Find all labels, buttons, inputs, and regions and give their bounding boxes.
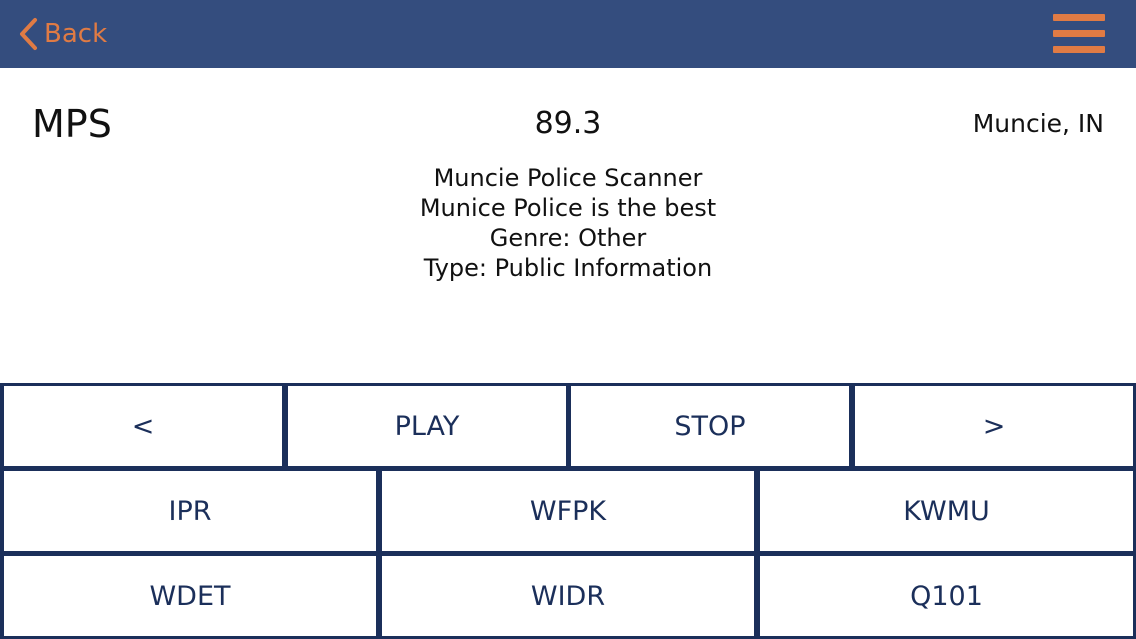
back-label: Back	[44, 19, 108, 49]
station-type: Type: Public Information	[423, 254, 713, 282]
preset-button-kwmu[interactable]: KWMU	[760, 471, 1133, 551]
station-frequency: 89.3	[534, 106, 602, 141]
preset-button-ipr[interactable]: IPR	[4, 471, 376, 551]
stop-button[interactable]: STOP	[571, 386, 849, 466]
station-description: Munice Police is the best	[419, 194, 717, 222]
station-callsign: MPS	[32, 102, 112, 146]
preset-button-wdet[interactable]: WDET	[4, 556, 376, 636]
station-location: Muncie, IN	[972, 109, 1104, 138]
control-grid: < PLAY STOP > IPR WFPK KWMU WDET WIDR Q1…	[0, 383, 1136, 639]
hamburger-menu-icon	[1053, 14, 1105, 21]
station-info: Muncie Police Scanner Munice Police is t…	[268, 163, 868, 283]
navigation-bar: Back	[0, 0, 1136, 68]
back-button[interactable]: Back	[18, 14, 107, 54]
preset-button-q101[interactable]: Q101	[760, 556, 1133, 636]
hamburger-menu-icon	[1053, 46, 1105, 53]
play-button[interactable]: PLAY	[288, 386, 566, 466]
chevron-left-icon	[20, 18, 37, 50]
station-name: Muncie Police Scanner	[433, 164, 703, 192]
preset-button-wfpk[interactable]: WFPK	[382, 471, 754, 551]
hamburger-menu-button[interactable]	[1053, 14, 1105, 54]
previous-station-button[interactable]: <	[4, 386, 282, 466]
station-genre: Genre: Other	[489, 224, 647, 252]
preset-button-widr[interactable]: WIDR	[382, 556, 754, 636]
hamburger-menu-icon	[1053, 30, 1105, 37]
next-station-button[interactable]: >	[855, 386, 1133, 466]
